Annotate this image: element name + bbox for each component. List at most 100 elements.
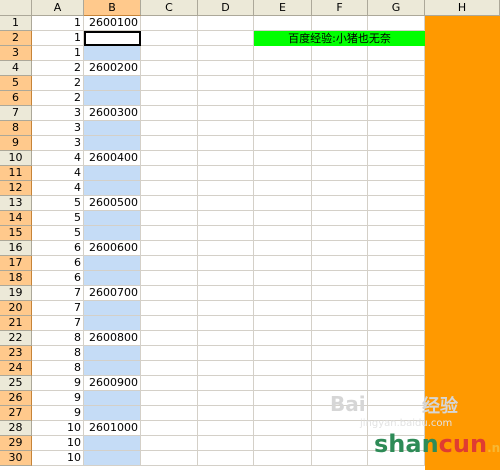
row-header[interactable]: 20 xyxy=(0,301,32,316)
cell-c[interactable] xyxy=(141,181,198,196)
cell-a[interactable]: 9 xyxy=(32,391,84,406)
cell-g[interactable] xyxy=(368,256,425,271)
cell-b[interactable] xyxy=(84,436,141,451)
cell-d[interactable] xyxy=(198,391,254,406)
cell-g[interactable] xyxy=(368,136,425,151)
cell-b[interactable]: 2600200 xyxy=(84,61,141,76)
cell-a[interactable]: 7 xyxy=(32,301,84,316)
cell-d[interactable] xyxy=(198,151,254,166)
cell-c[interactable] xyxy=(141,451,198,466)
cell-b[interactable] xyxy=(84,301,141,316)
row-header[interactable]: 15 xyxy=(0,226,32,241)
cell-d[interactable] xyxy=(198,316,254,331)
cell-g[interactable] xyxy=(368,91,425,106)
cell-a[interactable]: 2 xyxy=(32,61,84,76)
cell-c[interactable] xyxy=(141,406,198,421)
cell-g[interactable] xyxy=(368,211,425,226)
cell-a[interactable]: 10 xyxy=(32,436,84,451)
cell-c[interactable] xyxy=(141,16,198,31)
cell-b[interactable]: 2600900 xyxy=(84,376,141,391)
row-header[interactable]: 16 xyxy=(0,241,32,256)
cell-f[interactable] xyxy=(312,241,368,256)
cell-a[interactable]: 9 xyxy=(32,406,84,421)
cell-d[interactable] xyxy=(198,406,254,421)
cell-c[interactable] xyxy=(141,301,198,316)
cell-e[interactable] xyxy=(254,121,312,136)
cell-e[interactable] xyxy=(254,286,312,301)
cell-e[interactable] xyxy=(254,61,312,76)
column-header-a[interactable]: A xyxy=(32,0,84,16)
cell-b[interactable] xyxy=(84,46,141,61)
cell-b[interactable] xyxy=(84,346,141,361)
cell-f[interactable] xyxy=(312,421,368,436)
row-header[interactable]: 22 xyxy=(0,331,32,346)
cell-d[interactable] xyxy=(198,286,254,301)
cell-c[interactable] xyxy=(141,346,198,361)
cell-d[interactable] xyxy=(198,271,254,286)
cell-f[interactable] xyxy=(312,166,368,181)
cell-g[interactable] xyxy=(368,241,425,256)
cell-f[interactable] xyxy=(312,226,368,241)
row-header[interactable]: 13 xyxy=(0,196,32,211)
cell-f[interactable] xyxy=(312,16,368,31)
cell-g[interactable] xyxy=(368,16,425,31)
cell-e[interactable] xyxy=(254,406,312,421)
cell-a[interactable]: 3 xyxy=(32,106,84,121)
row-header[interactable]: 24 xyxy=(0,361,32,376)
column-header-c[interactable]: C xyxy=(141,0,198,16)
select-all-corner[interactable] xyxy=(0,0,32,16)
cell-f[interactable] xyxy=(312,181,368,196)
cell-b[interactable] xyxy=(84,451,141,466)
cell-a[interactable]: 9 xyxy=(32,376,84,391)
cell-c[interactable] xyxy=(141,271,198,286)
cell-e[interactable] xyxy=(254,271,312,286)
cell-a[interactable]: 3 xyxy=(32,136,84,151)
cell-d[interactable] xyxy=(198,121,254,136)
cell-d[interactable] xyxy=(198,181,254,196)
cell-e[interactable] xyxy=(254,106,312,121)
row-header[interactable]: 6 xyxy=(0,91,32,106)
cell-c[interactable] xyxy=(141,436,198,451)
cell-f[interactable] xyxy=(312,76,368,91)
cell-f[interactable] xyxy=(312,151,368,166)
cell-e[interactable] xyxy=(254,391,312,406)
cell-a[interactable]: 4 xyxy=(32,181,84,196)
cell-g[interactable] xyxy=(368,271,425,286)
cell-g[interactable] xyxy=(368,46,425,61)
cell-a[interactable]: 5 xyxy=(32,226,84,241)
cell-b[interactable] xyxy=(84,316,141,331)
row-header[interactable]: 19 xyxy=(0,286,32,301)
cell-d[interactable] xyxy=(198,436,254,451)
cell-e[interactable] xyxy=(254,76,312,91)
row-header[interactable]: 14 xyxy=(0,211,32,226)
cell-f[interactable] xyxy=(312,91,368,106)
spreadsheet[interactable]: ABCDEFGH 1 1 2600100 2 1 3 1 4 2 2600200 5 2 6 2 7 3 260… xyxy=(0,0,500,470)
cell-c[interactable] xyxy=(141,121,198,136)
row-header[interactable]: 5 xyxy=(0,76,32,91)
column-header-f[interactable]: F xyxy=(312,0,368,16)
cell-d[interactable] xyxy=(198,166,254,181)
cell-c[interactable] xyxy=(141,226,198,241)
row-header[interactable]: 23 xyxy=(0,346,32,361)
column-header-e[interactable]: E xyxy=(254,0,312,16)
row-header[interactable]: 18 xyxy=(0,271,32,286)
row-header[interactable]: 25 xyxy=(0,376,32,391)
cell-g[interactable] xyxy=(368,106,425,121)
cell-e[interactable] xyxy=(254,46,312,61)
cell-d[interactable] xyxy=(198,46,254,61)
cell-a[interactable]: 1 xyxy=(32,16,84,31)
cell-c[interactable] xyxy=(141,241,198,256)
cell-a[interactable]: 1 xyxy=(32,46,84,61)
cell-b[interactable] xyxy=(84,226,141,241)
row-header[interactable]: 10 xyxy=(0,151,32,166)
cell-a[interactable]: 8 xyxy=(32,346,84,361)
cell-g[interactable] xyxy=(368,376,425,391)
cell-e[interactable] xyxy=(254,346,312,361)
cell-b[interactable] xyxy=(84,181,141,196)
row-header[interactable]: 1 xyxy=(0,16,32,31)
cell-d[interactable] xyxy=(198,106,254,121)
cell-g[interactable] xyxy=(368,331,425,346)
cell-g[interactable] xyxy=(368,286,425,301)
row-header[interactable]: 30 xyxy=(0,451,32,466)
cell-a[interactable]: 10 xyxy=(32,421,84,436)
